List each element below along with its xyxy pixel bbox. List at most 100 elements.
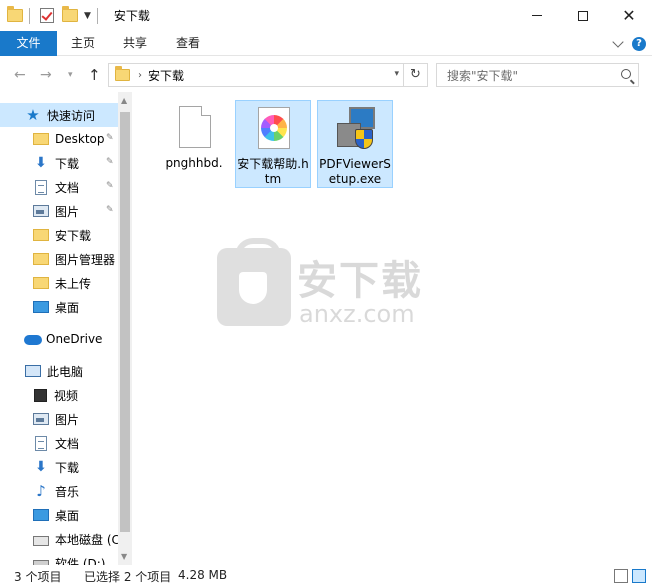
breadcrumb-current[interactable]: 安下载 <box>148 67 184 84</box>
video-icon <box>34 388 47 402</box>
folder-icon <box>7 6 23 22</box>
recent-locations-chevron-icon[interactable]: ▾ <box>68 66 73 84</box>
pin-icon[interactable]: ✎ <box>106 181 114 192</box>
file-name: 安下载帮助.htm <box>237 157 309 186</box>
navigation-pane: ★ 快速访问 Desktop ✎ ⬇ 下载 ✎ 文档 ✎ 图片 ✎ 安下载 图片… <box>0 92 132 565</box>
breadcrumb-chevron-icon[interactable]: › <box>138 70 142 81</box>
tab-home[interactable]: 主页 <box>62 31 104 56</box>
close-button[interactable]: ✕ <box>606 0 652 31</box>
help-icon[interactable]: ? <box>632 36 646 51</box>
folder-icon <box>115 66 130 81</box>
watermark-text-cn: 安下载 <box>297 258 423 304</box>
tab-file[interactable]: 文件 <box>0 31 57 56</box>
toolbar-separator <box>96 7 98 24</box>
file-item-pnghhbd[interactable]: pnghhbd. <box>156 100 232 188</box>
status-bar: 3 个项目 已选择 2 个项目 4.28 MB <box>0 565 652 587</box>
address-history-chevron-icon[interactable]: ▾ <box>394 69 399 79</box>
minimize-button[interactable] <box>514 0 560 31</box>
search-box[interactable]: 搜索"安下载" <box>436 63 639 87</box>
nav-scrollbar[interactable]: ▲ ▼ <box>118 92 132 565</box>
nav-item-pc-downloads[interactable]: ⬇ 下载 <box>0 455 118 479</box>
nav-label: 本地磁盘 (C <box>55 532 118 547</box>
nav-item-software-d[interactable]: 软件 (D:) <box>0 551 118 565</box>
watermark-text-en: anxz.com <box>299 300 415 328</box>
properties-icon[interactable] <box>40 8 54 23</box>
nav-item-pictures[interactable]: 图片 ✎ <box>0 199 118 223</box>
expand-ribbon-chevron-icon[interactable] <box>612 35 624 48</box>
toolbar-separator <box>29 7 30 24</box>
picture-icon <box>33 413 49 425</box>
nav-this-pc[interactable]: 此电脑 <box>0 359 118 383</box>
document-icon <box>35 435 47 451</box>
nav-item-picture-manager[interactable]: 图片管理器 <box>0 247 118 271</box>
nav-onedrive[interactable]: OneDrive <box>0 327 118 351</box>
music-icon: ♪ <box>36 482 46 500</box>
refresh-icon[interactable]: ↻ <box>403 64 427 86</box>
nav-item-anxz[interactable]: 安下载 <box>0 223 118 247</box>
nav-item-pc-desktop[interactable]: 桌面 <box>0 503 118 527</box>
nav-label: 软件 (D:) <box>55 556 106 566</box>
nav-item-videos[interactable]: 视频 <box>0 383 118 407</box>
title-bar: ▼ 安下载 ✕ <box>0 0 652 31</box>
scrollbar-thumb[interactable] <box>120 112 130 532</box>
file-item-pdfviewer-setup[interactable]: PDFViewerSetup.exe <box>317 100 393 188</box>
pin-icon[interactable]: ✎ <box>106 157 114 168</box>
tab-view[interactable]: 查看 <box>167 31 209 56</box>
watermark: 安下载 anxz.com <box>217 238 437 332</box>
back-arrow-icon[interactable]: ← <box>14 66 26 84</box>
pin-icon[interactable]: ✎ <box>106 205 114 216</box>
large-icons-view-icon[interactable] <box>632 569 646 583</box>
forward-arrow-icon[interactable]: → <box>40 66 52 84</box>
customize-toolbar-chevron-icon[interactable]: ▼ <box>84 11 91 21</box>
nav-label: Desktop <box>55 132 105 146</box>
status-selected-size: 4.28 MB <box>178 568 228 582</box>
maximize-button[interactable] <box>560 0 606 31</box>
search-placeholder: 搜索"安下载" <box>447 68 519 83</box>
blank-file-icon <box>170 104 218 152</box>
nav-item-pc-documents[interactable]: 文档 <box>0 431 118 455</box>
nav-label: 图片 <box>55 204 80 219</box>
drive-icon <box>33 535 49 546</box>
desktop-icon <box>33 301 49 313</box>
nav-label: 桌面 <box>55 508 80 523</box>
nav-item-local-disk-c[interactable]: 本地磁盘 (C <box>0 527 118 551</box>
nav-item-desktop[interactable]: Desktop ✎ <box>0 127 118 151</box>
tab-share[interactable]: 共享 <box>114 31 156 56</box>
file-view[interactable]: pnghhbd. 安下载帮助.htm PDFViewerSetup.exe 安下… <box>132 92 652 565</box>
nav-label: 文档 <box>55 436 80 451</box>
nav-quick-access[interactable]: ★ 快速访问 <box>0 103 118 127</box>
maximize-icon <box>578 10 588 21</box>
nav-item-documents[interactable]: 文档 ✎ <box>0 175 118 199</box>
up-arrow-icon[interactable]: ↑ <box>88 66 101 84</box>
close-icon: ✕ <box>622 5 636 25</box>
folder-icon <box>33 253 49 265</box>
installer-icon <box>331 105 379 153</box>
file-item-help-htm[interactable]: 安下载帮助.htm <box>235 100 311 188</box>
nav-item-music[interactable]: ♪ 音乐 <box>0 479 118 503</box>
nav-label: 此电脑 <box>47 364 84 379</box>
computer-icon <box>25 365 41 377</box>
nav-label: 桌面 <box>55 300 80 315</box>
address-bar[interactable]: › 安下载 ▾ ↻ <box>108 63 428 87</box>
download-icon: ⬇ <box>35 459 47 475</box>
nav-item-not-uploaded[interactable]: 未上传 <box>0 271 118 295</box>
quick-access-toolbar: ▼ <box>0 0 104 31</box>
ribbon: 文件 主页 共享 查看 ? <box>0 31 652 56</box>
scroll-up-arrow-icon[interactable]: ▲ <box>121 96 127 105</box>
details-view-icon[interactable] <box>614 569 628 583</box>
nav-item-downloads[interactable]: ⬇ 下载 ✎ <box>0 151 118 175</box>
new-folder-icon[interactable] <box>62 6 78 22</box>
address-row: ← → ▾ ↑ › 安下载 ▾ ↻ 搜索"安下载" <box>0 57 652 92</box>
window-title: 安下载 <box>113 9 150 23</box>
search-icon[interactable] <box>621 69 631 79</box>
folder-icon <box>33 229 49 241</box>
scroll-down-arrow-icon[interactable]: ▼ <box>121 552 127 561</box>
nav-label: 图片管理器 <box>55 252 116 267</box>
nav-item-pc-pictures[interactable]: 图片 <box>0 407 118 431</box>
file-name: pnghhbd. <box>165 156 223 170</box>
pin-icon[interactable]: ✎ <box>106 133 114 144</box>
folder-icon <box>33 133 49 145</box>
status-item-count: 3 个项目 <box>14 570 62 584</box>
nav-item-desktop-cn[interactable]: 桌面 <box>0 295 118 319</box>
nav-label: 视频 <box>54 388 79 403</box>
